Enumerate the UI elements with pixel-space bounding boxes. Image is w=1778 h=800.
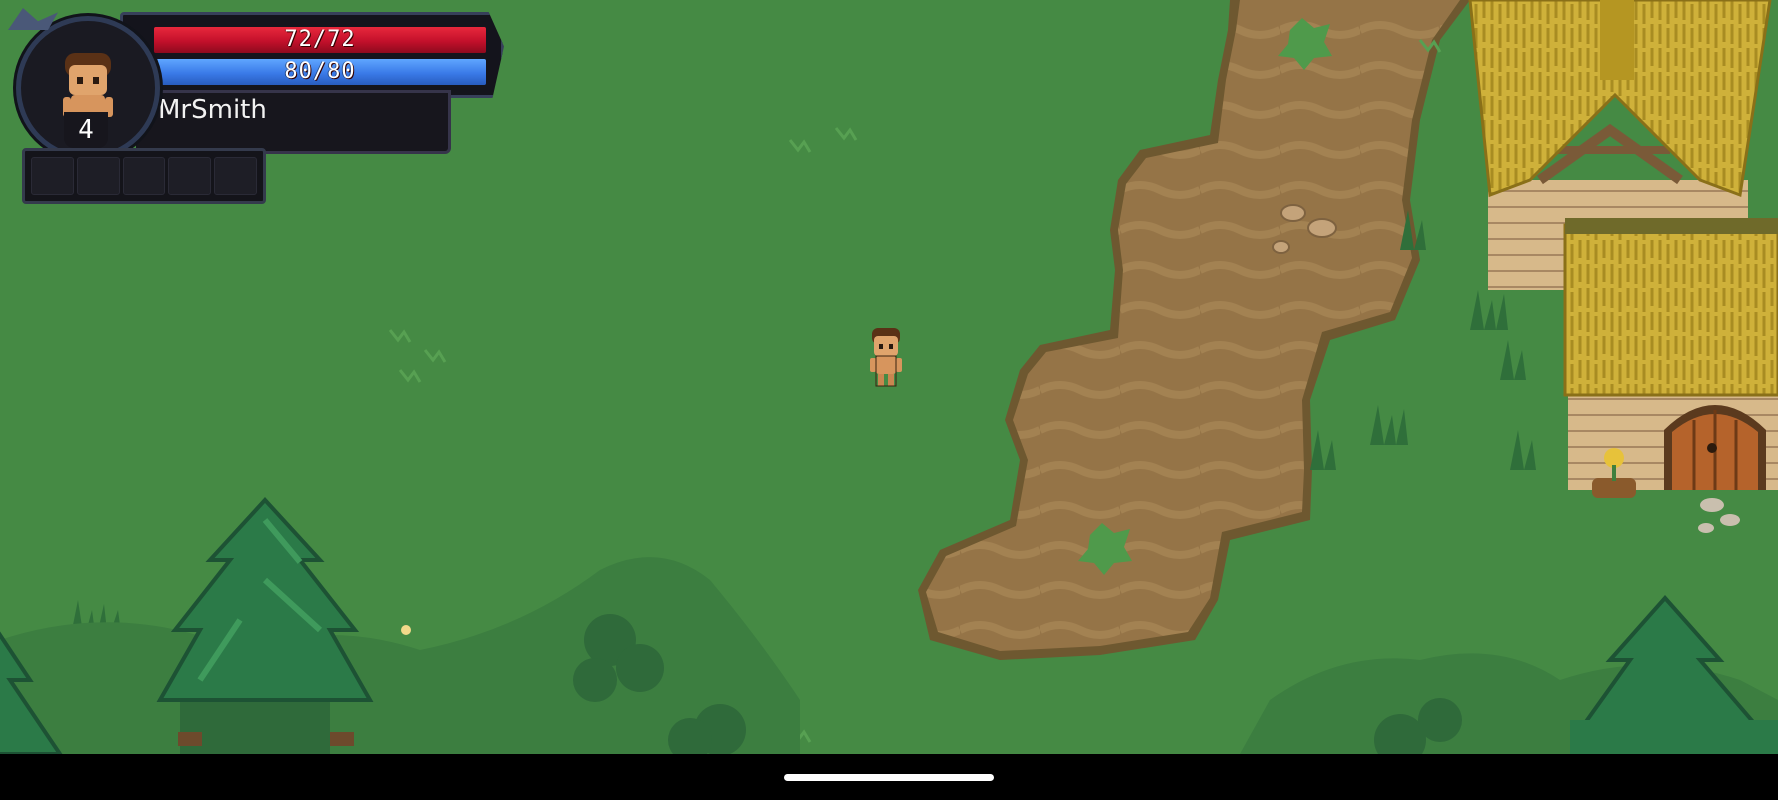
skill-slot[interactable] xyxy=(31,157,74,195)
skill-slot[interactable] xyxy=(76,157,120,195)
skill-slot[interactable] xyxy=(168,157,212,195)
player-character-sprite[interactable] xyxy=(870,328,902,387)
dirt-path xyxy=(918,0,1470,660)
system-bottom-bar xyxy=(0,754,1778,800)
health-bar: 72/72 xyxy=(154,27,486,53)
skill-slot[interactable] xyxy=(214,157,257,195)
health-text: 72/72 xyxy=(284,27,356,52)
skill-slot[interactable] xyxy=(122,157,166,195)
name-plate: MrSmith xyxy=(136,90,451,154)
mana-text: 80/80 xyxy=(284,59,356,84)
home-indicator[interactable] xyxy=(784,774,994,781)
mana-bar: 80/80 xyxy=(154,59,486,85)
bars-frame xyxy=(120,12,504,98)
flower xyxy=(401,625,411,635)
skill-bar xyxy=(22,148,266,204)
player-name: MrSmith xyxy=(158,95,267,125)
level-badge: 4 xyxy=(64,112,108,148)
player-hud: 72/72 80/80 MrSmith 4 xyxy=(0,0,504,215)
